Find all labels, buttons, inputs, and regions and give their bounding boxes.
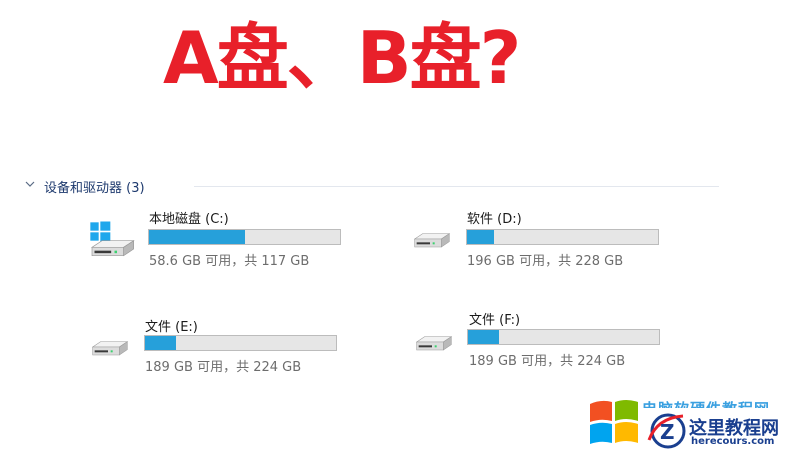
drive-d-space: 196 GB 可用，共 228 GB xyxy=(467,254,624,269)
drive-e-name: 文件 (E:) xyxy=(145,320,198,335)
drive-f-name: 文件 (F:) xyxy=(469,313,521,328)
watermark-blue-text: 电脑软硬件教程网 xyxy=(642,398,770,408)
drive-e[interactable]: 文件 (E:) 189 GB 可用，共 224 GB xyxy=(80,313,370,383)
hard-drive-icon xyxy=(415,336,453,351)
drive-c-usage-fill xyxy=(149,230,245,244)
svg-text:Z: Z xyxy=(660,420,675,444)
drive-c-name: 本地磁盘 (C:) xyxy=(149,212,229,227)
drive-d-usage-bar xyxy=(466,229,659,245)
group-divider xyxy=(194,186,719,187)
drive-c-space: 58.6 GB 可用，共 117 GB xyxy=(149,254,310,269)
drive-d[interactable]: 软件 (D:) 196 GB 可用，共 228 GB xyxy=(402,205,692,275)
drive-f[interactable]: 文件 (F:) 189 GB 可用，共 224 GB xyxy=(404,308,694,378)
windows-logo-icon xyxy=(590,400,638,444)
drive-c-usage-bar xyxy=(148,229,341,245)
group-title: 设备和驱动器 (3) xyxy=(44,181,145,196)
drive-f-usage-fill xyxy=(468,330,499,344)
drive-d-usage-fill xyxy=(467,230,494,244)
site-watermark: 电脑软硬件教程网 Z 这里教程网 herecours.com xyxy=(587,396,793,453)
drive-e-usage-bar xyxy=(144,335,337,351)
watermark-en-text: herecours.com xyxy=(691,436,775,447)
windows-system-drive-icon xyxy=(90,221,135,257)
devices-group-header[interactable]: 设备和驱动器 (3) xyxy=(24,176,719,196)
drive-d-name: 软件 (D:) xyxy=(467,212,522,227)
chevron-down-icon[interactable] xyxy=(24,178,36,190)
drive-f-space: 189 GB 可用，共 224 GB xyxy=(469,354,626,369)
drive-e-usage-fill xyxy=(145,336,176,350)
drive-c[interactable]: 本地磁盘 (C:) 58.6 GB 可用，共 117 GB xyxy=(82,205,372,275)
drive-f-usage-bar xyxy=(467,329,660,345)
hard-drive-icon xyxy=(413,233,451,248)
headline-text: A盘、B盘? xyxy=(163,16,521,100)
drive-e-space: 189 GB 可用，共 224 GB xyxy=(145,360,302,375)
z-logo-icon: Z xyxy=(647,413,686,449)
hard-drive-icon xyxy=(91,341,129,356)
